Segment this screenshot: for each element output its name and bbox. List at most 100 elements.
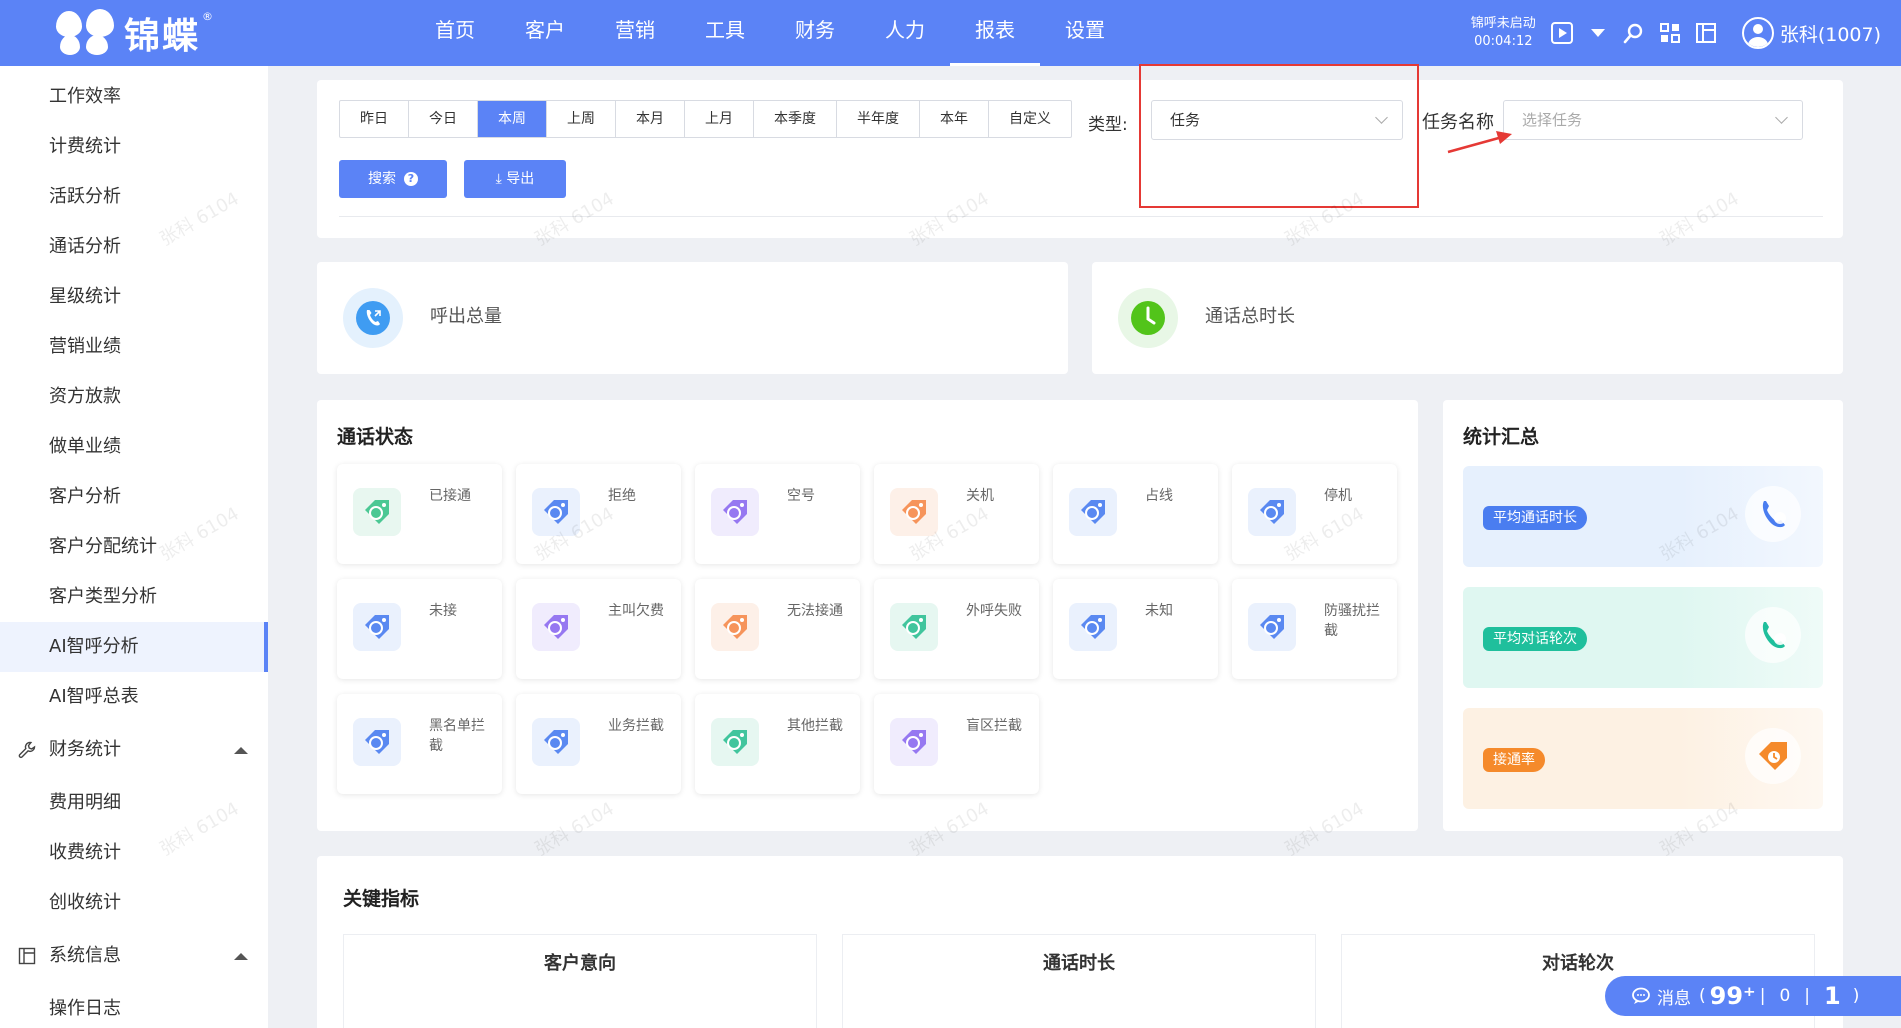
- period-this-quarter[interactable]: 本季度: [754, 101, 837, 137]
- user-name: 张科(1007): [1779, 23, 1881, 46]
- status-tile[interactable]: 黑名单拦截: [337, 694, 502, 794]
- sidebar-group-system[interactable]: 系统信息: [0, 928, 268, 984]
- nav-reports[interactable]: 报表: [950, 0, 1040, 66]
- status-tile[interactable]: 盲区拦截: [874, 694, 1039, 794]
- status-tile[interactable]: 外呼失败: [874, 579, 1039, 679]
- sidebar-item-fee-stats[interactable]: 收费统计: [0, 828, 268, 878]
- sidebar-item-revenue-stats[interactable]: 创收统计: [0, 878, 268, 928]
- sidebar-item-billing-stats[interactable]: 计费统计: [0, 122, 268, 172]
- avg-call-duration-card[interactable]: 平均通话时长: [1463, 466, 1823, 567]
- search-button[interactable]: 搜索?: [339, 160, 447, 198]
- period-this-year[interactable]: 本年: [920, 101, 989, 137]
- sidebar-item-activity-analysis[interactable]: 活跃分析: [0, 172, 268, 222]
- kpi-dialog-rounds-title: 对话轮次: [1542, 953, 1614, 974]
- status-tile-label: 未知: [1145, 603, 1173, 619]
- status-tile[interactable]: 关机: [874, 464, 1039, 564]
- status-tile[interactable]: 未知: [1053, 579, 1218, 679]
- collapse-caret-icon: [234, 747, 248, 754]
- status-tile[interactable]: 空号: [695, 464, 860, 564]
- status-tile[interactable]: 拒绝: [516, 464, 681, 564]
- system-info-icon: [18, 947, 36, 965]
- nav-customers[interactable]: 客户: [500, 0, 590, 66]
- period-last-week[interactable]: 上周: [547, 101, 616, 137]
- status-tile-label: 拒绝: [608, 488, 636, 504]
- logo[interactable]: 锦蝶 ®: [52, 4, 213, 62]
- phone-outbound-icon: [343, 288, 403, 348]
- search-button-label: 搜索: [368, 171, 396, 187]
- period-half-year[interactable]: 半年度: [837, 101, 920, 137]
- avg-dialog-rounds-card[interactable]: 平均对话轮次: [1463, 587, 1823, 688]
- connect-rate-card[interactable]: 接通率: [1463, 708, 1823, 809]
- status-tag-icon: [532, 488, 580, 536]
- period-yesterday[interactable]: 昨日: [340, 101, 409, 137]
- period-this-month[interactable]: 本月: [616, 101, 685, 137]
- kpi-call-duration: 通话时长: [842, 934, 1316, 1028]
- task-select[interactable]: 选择任务: [1503, 100, 1803, 140]
- sidebar-item-customer-type[interactable]: 客户类型分析: [0, 572, 268, 622]
- status-tile[interactable]: 主叫欠费: [516, 579, 681, 679]
- status-tag-icon: [890, 718, 938, 766]
- call-status-text: 锦呼未启动: [1470, 16, 1536, 31]
- sidebar-item-ai-call-summary[interactable]: AI智呼总表: [0, 672, 268, 722]
- status-tile-label: 已接通: [429, 488, 471, 504]
- sidebar-item-lender-loans[interactable]: 资方放款: [0, 372, 268, 422]
- divider: [339, 216, 1823, 217]
- sidebar-item-customer-analysis[interactable]: 客户分析: [0, 472, 268, 522]
- summary-title: 统计汇总: [1463, 426, 1540, 448]
- status-tile-label: 未接: [429, 603, 457, 619]
- nav-finance[interactable]: 财务: [770, 0, 860, 66]
- sidebar-item-fee-details[interactable]: 费用明细: [0, 778, 268, 828]
- sidebar-item-star-stats[interactable]: 星级统计: [0, 272, 268, 322]
- layout-panel-icon[interactable]: [1694, 21, 1718, 45]
- export-button[interactable]: ⤓ 导出: [464, 160, 566, 198]
- outbound-total-card: 呼出总量: [317, 262, 1068, 374]
- status-tile[interactable]: 未接: [337, 579, 502, 679]
- sidebar-item-operation-log[interactable]: 操作日志: [0, 984, 268, 1028]
- summary-badge: 平均对话轮次: [1483, 627, 1587, 651]
- sidebar-group-finance[interactable]: 财务统计: [0, 722, 268, 778]
- status-tile[interactable]: 已接通: [337, 464, 502, 564]
- status-tag-icon: [890, 488, 938, 536]
- period-today[interactable]: 今日: [409, 101, 478, 137]
- status-tile[interactable]: 防骚扰拦截: [1232, 579, 1397, 679]
- type-select[interactable]: 任务: [1151, 100, 1403, 140]
- status-tag-icon: [1069, 488, 1117, 536]
- play-icon[interactable]: [1550, 21, 1574, 45]
- period-custom[interactable]: 自定义: [989, 101, 1071, 137]
- nav-home[interactable]: 首页: [410, 0, 500, 66]
- period-this-week[interactable]: 本周: [478, 101, 547, 137]
- status-tile[interactable]: 其他拦截: [695, 694, 860, 794]
- nav-tools[interactable]: 工具: [680, 0, 770, 66]
- status-tile-label: 停机: [1324, 488, 1352, 504]
- period-last-month[interactable]: 上月: [685, 101, 754, 137]
- sidebar-item-customer-allocation[interactable]: 客户分配统计: [0, 522, 268, 572]
- sidebar-item-call-analysis[interactable]: 通话分析: [0, 222, 268, 272]
- status-tile[interactable]: 占线: [1053, 464, 1218, 564]
- message-count: 99⁺: [1709, 982, 1756, 1010]
- status-tile[interactable]: 停机: [1232, 464, 1397, 564]
- status-tag-icon: [532, 718, 580, 766]
- nav-marketing[interactable]: 营销: [590, 0, 680, 66]
- sidebar-item-order-performance[interactable]: 做单业绩: [0, 422, 268, 472]
- caret-down-icon[interactable]: [1586, 21, 1610, 45]
- user-menu[interactable]: 张科(1007): [1741, 17, 1881, 49]
- call-status-panel: 通话状态 已接通 拒绝 空号 关机 占线 停机 未接 主叫欠费 无法接通 外呼失败 未知 防骚扰拦截黑…: [317, 400, 1418, 831]
- logo-text: 锦蝶: [124, 16, 201, 57]
- wrench-icon: [18, 741, 36, 759]
- sidebar-item-marketing-performance[interactable]: 营销业绩: [0, 322, 268, 372]
- nav-settings[interactable]: 设置: [1040, 0, 1130, 66]
- phone-icon: [1745, 607, 1801, 663]
- status-tag-icon: [890, 603, 938, 651]
- status-tile[interactable]: 业务拦截: [516, 694, 681, 794]
- search-icon[interactable]: [1622, 21, 1646, 45]
- status-tag-icon: [711, 488, 759, 536]
- message-bar[interactable]: 消息 ( 99⁺ | 0 | 1 ): [1605, 976, 1901, 1016]
- call-status: 锦呼未启动 00:04:12: [1471, 15, 1536, 51]
- status-tile[interactable]: 无法接通: [695, 579, 860, 679]
- sidebar-item-work-efficiency[interactable]: 工作效率: [0, 72, 268, 122]
- call-duration-label: 通话总时长: [1205, 306, 1295, 327]
- grid-apps-icon[interactable]: [1658, 21, 1682, 45]
- sidebar-item-ai-call-analysis[interactable]: AI智呼分析: [0, 622, 268, 672]
- status-tile-label: 外呼失败: [966, 603, 1022, 619]
- nav-hr[interactable]: 人力: [860, 0, 950, 66]
